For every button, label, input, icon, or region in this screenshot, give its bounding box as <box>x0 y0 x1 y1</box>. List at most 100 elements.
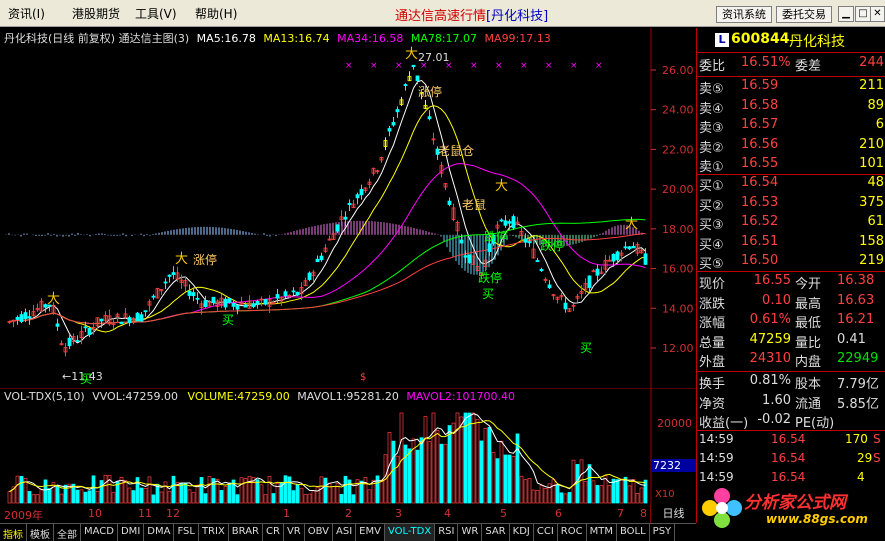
sell-marker: × <box>520 61 528 71</box>
tab-dmi[interactable]: DMI <box>118 524 145 541</box>
stat-label: 最高 <box>795 296 822 312</box>
ma5-label: MA5:16.78 <box>196 32 256 45</box>
candle-body <box>467 254 472 263</box>
dollar-icon: $ <box>360 372 366 383</box>
volume-bar <box>287 476 292 504</box>
ask-price: 16.55 <box>741 156 779 171</box>
menu-tools[interactable]: 工具(V) <box>135 5 177 22</box>
tab-cr[interactable]: CR <box>263 524 284 541</box>
candle-body <box>623 246 628 249</box>
candle-body <box>203 300 208 307</box>
vol-axis-label: 20000 <box>657 417 692 430</box>
volume-bar <box>43 479 48 504</box>
tab-trix[interactable]: TRIX <box>199 524 229 541</box>
tab-vr[interactable]: VR <box>284 524 305 541</box>
tab-vol-tdx[interactable]: VOL-TDX <box>384 524 436 541</box>
tab-mtm[interactable]: MTM <box>587 524 617 541</box>
menu-help[interactable]: 帮助(H) <box>195 5 237 22</box>
bid-volume: 375 <box>859 194 884 210</box>
volume-bar <box>227 482 232 504</box>
maximize-icon[interactable]: □ <box>855 6 871 22</box>
tab-asi[interactable]: ASI <box>333 524 357 541</box>
candle-body <box>359 189 364 196</box>
candle-body <box>143 310 148 313</box>
period-label[interactable]: 日线 <box>650 505 696 523</box>
tab-obv[interactable]: OBV <box>305 524 333 541</box>
limit-down-label: 跌停 <box>478 270 502 285</box>
volume-bar <box>323 477 328 504</box>
candlestick-chart[interactable]: 26.00 24.00 22.00 20.00 18.00 16.00 14.00 12.00… <box>0 28 696 388</box>
menu-info[interactable]: 资讯(I) <box>8 5 45 22</box>
tab-brar[interactable]: BRAR <box>229 524 263 541</box>
tab-指标[interactable]: 指标 <box>0 524 27 541</box>
trade-button[interactable]: 委托交易 <box>776 6 832 23</box>
volume-chart[interactable]: 20000 7232 X10 <box>0 388 696 505</box>
candle-body <box>83 326 88 329</box>
app-title: 通达信高速行情[丹化科技] <box>395 5 548 24</box>
candle-body <box>283 291 288 297</box>
volume-bar <box>235 494 240 504</box>
volume-bar <box>203 493 208 504</box>
weicha-value: 244 <box>859 55 884 70</box>
tab-sar[interactable]: SAR <box>482 524 510 541</box>
candle-body <box>163 281 168 284</box>
tab-boll[interactable]: BOLL <box>617 524 650 541</box>
tab-dma[interactable]: DMA <box>144 524 175 541</box>
candle-body <box>291 290 296 293</box>
limit-up-label: 涨停 <box>418 84 442 99</box>
tick-volume: 29 <box>857 451 873 465</box>
volume-bar <box>587 464 592 504</box>
stat-label: 最低 <box>795 316 822 331</box>
tab-psy[interactable]: PSY <box>650 524 676 541</box>
candle-body <box>563 302 568 310</box>
ask-price: 16.58 <box>741 97 779 113</box>
date-axis-label: 6 <box>555 507 562 520</box>
limit-up-label: 涨停 <box>193 252 217 267</box>
candle-body <box>395 109 400 113</box>
tab-模板[interactable]: 模板 <box>27 524 54 541</box>
stat-row: 净资 1.60 流通 5.85亿 <box>697 393 885 413</box>
ask-price: 16.59 <box>741 78 779 93</box>
news-system-button[interactable]: 资讯系统 <box>716 6 772 23</box>
bid-label: 买② <box>699 198 724 214</box>
chart-title: 丹化科技(日线 前复权) 通达信主图(3) <box>4 32 190 45</box>
stat-label: 股本 <box>795 377 822 392</box>
bid-volume: 219 <box>859 253 884 268</box>
stat-value: 16.55 <box>753 273 791 288</box>
candle-body <box>511 216 516 229</box>
tab-kdj[interactable]: KDJ <box>510 524 534 541</box>
date-axis-label: 4 <box>444 507 451 520</box>
app-title-stock: [丹化科技] <box>486 9 549 24</box>
tab-macd[interactable]: MACD <box>81 524 118 541</box>
ma34-label: MA34:16.58 <box>337 32 404 45</box>
tab-roc[interactable]: ROC <box>558 524 587 541</box>
volume-bar <box>255 479 260 504</box>
candle-body <box>55 323 60 327</box>
tab-fsl[interactable]: FSL <box>174 524 199 541</box>
volume-bar <box>643 479 648 504</box>
candle-body <box>127 317 132 324</box>
menu-hk-futures[interactable]: 港股期货 <box>72 5 120 22</box>
indicator-tab-bar: 指标 模板 全部 MACD DMI DMA FSL TRIX BRAR CR VR OBV ASI EMV… <box>0 523 696 541</box>
volume-bar <box>139 487 144 504</box>
sell-marker: × <box>420 61 428 71</box>
bid-volume: 158 <box>859 233 884 249</box>
tab-emv[interactable]: EMV <box>356 524 385 541</box>
tab-rsi[interactable]: RSI <box>435 524 459 541</box>
tick-price: 16.54 <box>771 451 806 465</box>
figure-icon: 大 <box>495 179 508 194</box>
tab-全部[interactable]: 全部 <box>54 524 81 541</box>
ask-volume: 89 <box>867 97 884 113</box>
volume-label: VOLUME:47259.00 <box>187 390 290 403</box>
stat-row: 收益(一) -0.02 PE(动) <box>697 412 885 432</box>
volume-bar <box>359 480 364 504</box>
tab-wr[interactable]: WR <box>458 524 483 541</box>
candle-body <box>507 221 512 224</box>
stat-label: 今开 <box>795 277 822 292</box>
vol-unit-label: X10 <box>655 489 675 500</box>
minimize-icon[interactable]: ▁ <box>838 6 854 22</box>
close-icon[interactable]: ✕ <box>870 6 885 22</box>
tab-cci[interactable]: CCI <box>534 524 558 541</box>
date-axis-label: 1 <box>283 507 290 520</box>
candle-body <box>243 304 248 308</box>
